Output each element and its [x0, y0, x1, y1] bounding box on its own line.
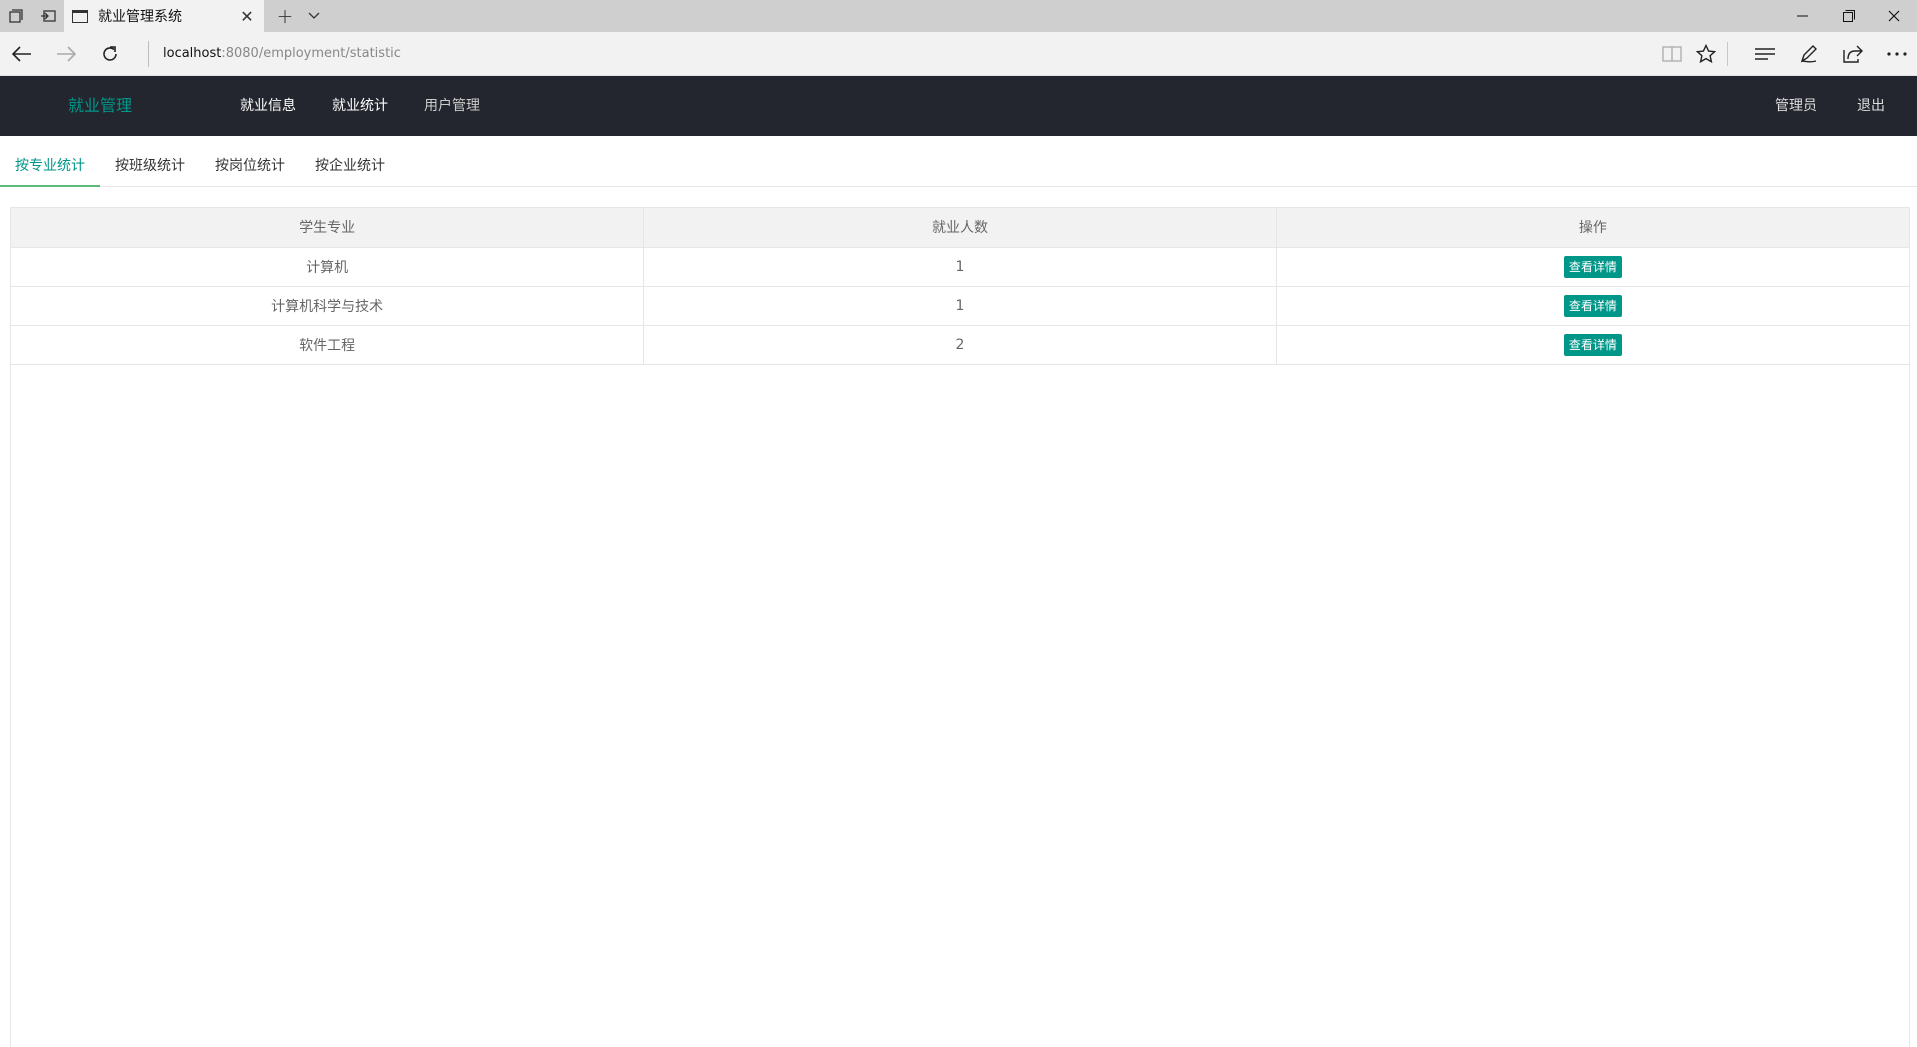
- view-details-button[interactable]: 查看详情: [1563, 333, 1622, 356]
- web-note-pen-icon[interactable]: [1789, 32, 1829, 76]
- favorite-star-icon[interactable]: [1686, 32, 1726, 76]
- statistic-panel: 学生专业 就业人数 操作 计算机 1 查看详情 计算机科学与技术 1 查看详情 …: [10, 207, 1910, 1047]
- new-tab-icon[interactable]: +: [270, 0, 300, 32]
- table-row: 计算机 1 查看详情: [11, 247, 1909, 287]
- browser-tab-active[interactable]: 就业管理系统 ✕: [64, 0, 264, 32]
- forward-icon[interactable]: [44, 32, 88, 76]
- tab-actions-icon[interactable]: [0, 0, 32, 32]
- address-bar: localhost:8080/employment/statistic: [0, 32, 1917, 76]
- toolbar-divider: [1727, 42, 1728, 66]
- app-header: 就业管理 就业信息 就业统计 用户管理 管理员 退出: [0, 76, 1917, 136]
- back-icon[interactable]: [0, 32, 44, 76]
- nav-admin-user[interactable]: 管理员: [1755, 76, 1837, 136]
- page-icon: [72, 9, 88, 23]
- cell-count: 2: [643, 325, 1277, 365]
- nav-employment-statistic[interactable]: 就业统计: [314, 76, 406, 136]
- statistic-table: 学生专业 就业人数 操作 计算机 1 查看详情 计算机科学与技术 1 查看详情 …: [11, 208, 1909, 365]
- user-nav: 管理员 退出: [1755, 76, 1905, 136]
- top-nav: 就业信息 就业统计 用户管理: [222, 76, 498, 136]
- table-header-row: 学生专业 就业人数 操作: [11, 208, 1909, 248]
- refresh-icon[interactable]: [88, 32, 132, 76]
- nav-employment-info[interactable]: 就业信息: [222, 76, 314, 136]
- nav-user-management[interactable]: 用户管理: [406, 76, 498, 136]
- cell-count: 1: [643, 247, 1277, 287]
- logout-link[interactable]: 退出: [1837, 76, 1905, 136]
- tab-by-major[interactable]: 按专业统计: [0, 146, 100, 187]
- url-divider: [148, 41, 149, 67]
- tab-title: 就业管理系统: [98, 9, 182, 25]
- close-window-icon[interactable]: [1871, 0, 1917, 32]
- tab-by-position[interactable]: 按岗位统计: [200, 146, 300, 186]
- col-count: 就业人数: [643, 208, 1277, 248]
- col-action: 操作: [1276, 208, 1909, 248]
- share-icon[interactable]: [1833, 32, 1873, 76]
- app-logo[interactable]: 就业管理: [68, 76, 132, 136]
- minimize-icon[interactable]: [1780, 0, 1826, 32]
- browser-tab-bar: 就业管理系统 ✕ +: [0, 0, 1917, 32]
- cell-action: 查看详情: [1276, 286, 1909, 326]
- cell-action: 查看详情: [1276, 325, 1909, 365]
- tab-list-chevron-icon[interactable]: [302, 0, 326, 32]
- cell-major: 计算机科学与技术: [11, 286, 645, 326]
- statistic-tabs: 按专业统计 按班级统计 按岗位统计 按企业统计: [0, 146, 1917, 187]
- cell-major: 软件工程: [11, 325, 645, 365]
- cell-count: 1: [643, 286, 1277, 326]
- url-field[interactable]: localhost:8080/employment/statistic: [163, 32, 401, 76]
- table-row: 软件工程 2 查看详情: [11, 325, 1909, 365]
- url-host: localhost: [163, 46, 222, 61]
- col-major: 学生专业: [11, 208, 645, 248]
- view-details-button[interactable]: 查看详情: [1563, 294, 1622, 317]
- hub-icon[interactable]: [1745, 32, 1785, 76]
- view-details-button[interactable]: 查看详情: [1563, 255, 1622, 278]
- more-menu-icon[interactable]: [1877, 32, 1917, 76]
- cell-major: 计算机: [11, 247, 645, 287]
- url-path: :8080/employment/statistic: [221, 46, 401, 61]
- restore-icon[interactable]: [1826, 0, 1872, 32]
- tab-by-company[interactable]: 按企业统计: [300, 146, 400, 186]
- tab-close-icon[interactable]: ✕: [238, 7, 256, 26]
- tab-by-class[interactable]: 按班级统计: [100, 146, 200, 186]
- cell-action: 查看详情: [1276, 247, 1909, 287]
- set-aside-tabs-icon[interactable]: [32, 0, 64, 32]
- table-row: 计算机科学与技术 1 查看详情: [11, 286, 1909, 326]
